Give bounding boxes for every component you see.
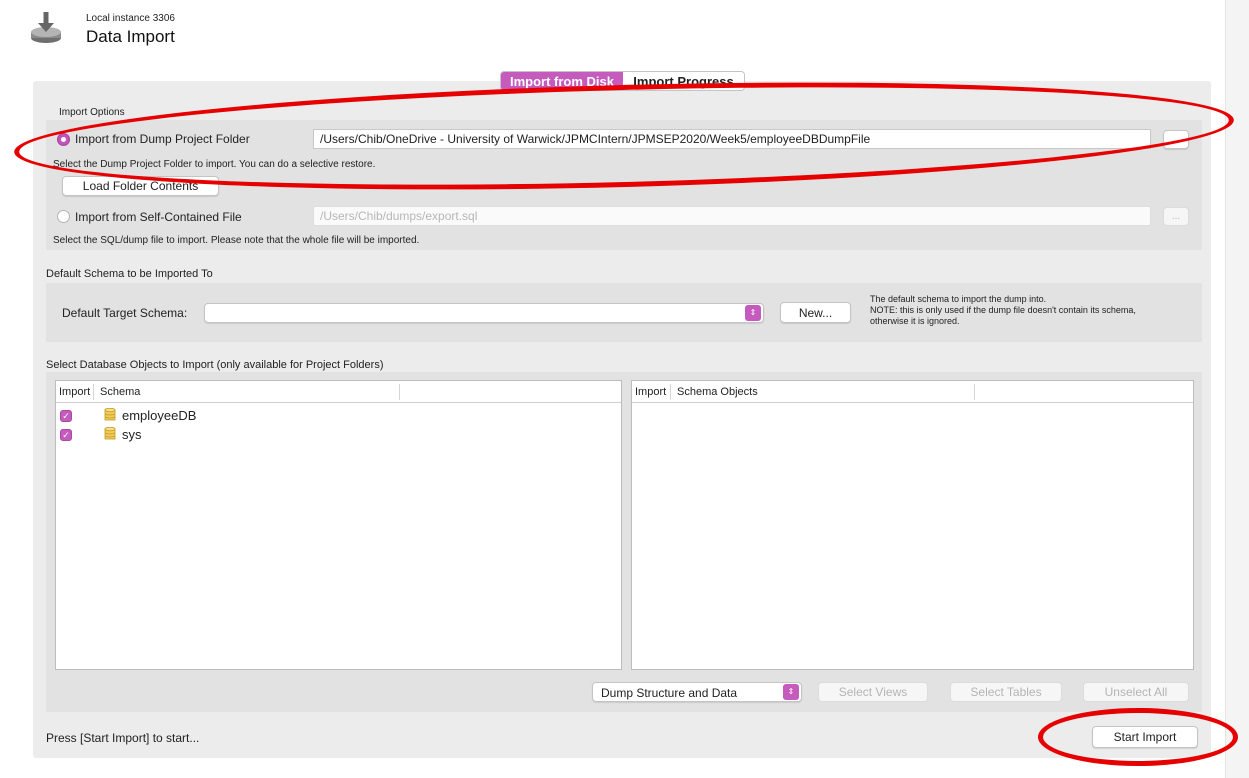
self-contained-help: Select the SQL/dump file to import. Plea… xyxy=(53,235,420,246)
col-import[interactable]: Import xyxy=(59,386,90,398)
schema-list[interactable]: Import Schema ✓ employeeDB ✓ sys xyxy=(55,380,622,670)
schema-name: employeeDB xyxy=(122,408,197,423)
schema-list-header: Import Schema xyxy=(56,381,621,403)
new-schema-button[interactable]: New... xyxy=(780,302,851,323)
note-line-1: The default schema to import the dump in… xyxy=(870,294,1047,304)
select-tables-button[interactable]: Select Tables xyxy=(950,682,1062,702)
col-schema-objects[interactable]: Schema Objects xyxy=(677,386,758,398)
database-icon xyxy=(104,408,116,421)
status-text: Press [Start Import] to start... xyxy=(46,731,200,745)
col-separator xyxy=(93,384,94,400)
import-arrow-icon xyxy=(31,12,61,43)
col-separator xyxy=(399,384,400,400)
tab-bar: Import from Disk Import Progress xyxy=(500,71,745,91)
select-views-button[interactable]: Select Views xyxy=(818,682,928,702)
col-separator xyxy=(974,384,975,400)
load-folder-contents-button[interactable]: Load Folder Contents xyxy=(62,176,219,196)
database-icon xyxy=(104,427,116,440)
col-schema[interactable]: Schema xyxy=(100,386,140,398)
page-title: Data Import xyxy=(86,27,175,46)
note-line-2: NOTE: this is only used if the dump file… xyxy=(870,305,1136,315)
dump-folder-radio[interactable] xyxy=(57,133,70,146)
dump-mode-select[interactable]: Dump Structure and Data ⇕ xyxy=(592,682,802,702)
col-import[interactable]: Import xyxy=(635,386,666,398)
default-schema-note: The default schema to import the dump in… xyxy=(870,294,1136,327)
default-target-schema-select[interactable]: ⇕ xyxy=(204,303,764,323)
unselect-all-button[interactable]: Unselect All xyxy=(1083,682,1189,702)
default-schema-label: Default Schema to be Imported To xyxy=(46,268,213,280)
updown-chevron-icon: ⇕ xyxy=(783,684,799,700)
checkmark-icon[interactable]: ✓ xyxy=(60,429,72,441)
instance-name: Local instance 3306 xyxy=(86,13,175,24)
dump-folder-path-field[interactable]: /Users/Chib/OneDrive - University of War… xyxy=(313,129,1151,149)
dump-folder-help: Select the Dump Project Folder to import… xyxy=(53,159,376,170)
schema-name: sys xyxy=(122,427,142,442)
dump-folder-browse-button[interactable]: ... xyxy=(1163,130,1189,149)
note-line-3: otherwise it is ignored. xyxy=(870,316,960,326)
dump-mode-value: Dump Structure and Data xyxy=(601,686,738,700)
default-target-schema-label: Default Target Schema: xyxy=(62,306,188,320)
checkmark-icon[interactable]: ✓ xyxy=(60,410,72,422)
updown-chevron-icon: ⇕ xyxy=(745,305,761,321)
app-icon xyxy=(28,10,64,46)
col-separator xyxy=(670,384,671,400)
objects-section-label: Select Database Objects to Import (only … xyxy=(46,359,384,371)
tab-import-progress[interactable]: Import Progress xyxy=(623,72,744,90)
self-contained-radio[interactable] xyxy=(57,210,70,223)
list-item[interactable]: ✓ sys xyxy=(56,426,621,444)
import-options-label: Import Options xyxy=(59,107,125,118)
start-import-button[interactable]: Start Import xyxy=(1092,726,1198,748)
schema-objects-header: Import Schema Objects xyxy=(632,381,1193,403)
self-contained-path-field[interactable]: /Users/Chib/dumps/export.sql xyxy=(313,206,1151,226)
dump-folder-label[interactable]: Import from Dump Project Folder xyxy=(75,132,250,146)
schema-objects-list[interactable]: Import Schema Objects xyxy=(631,380,1194,670)
list-item[interactable]: ✓ employeeDB xyxy=(56,407,621,425)
tab-import-from-disk[interactable]: Import from Disk xyxy=(501,72,623,90)
self-contained-label[interactable]: Import from Self-Contained File xyxy=(75,210,242,224)
self-contained-browse-button[interactable]: ... xyxy=(1163,207,1189,226)
window-edge xyxy=(1225,0,1249,778)
